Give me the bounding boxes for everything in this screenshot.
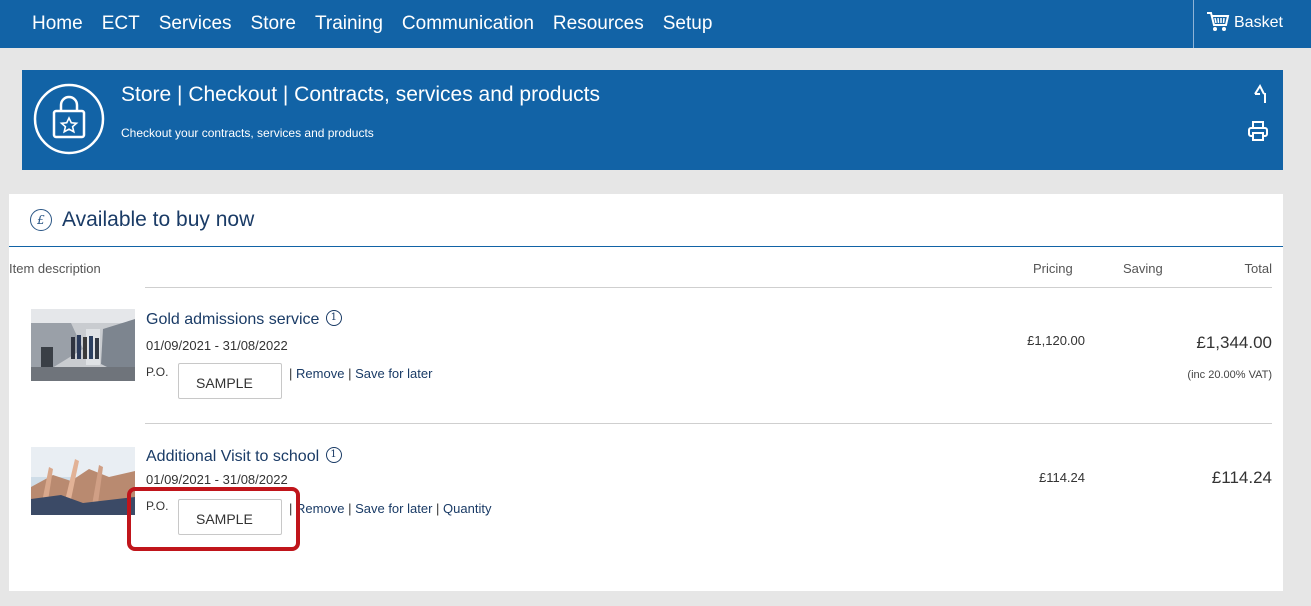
nav-item-ect[interactable]: ECT — [102, 13, 140, 35]
item-divider — [145, 423, 1272, 424]
header-divider — [145, 287, 1272, 288]
basket-icon — [1207, 12, 1230, 31]
nav-item-training[interactable]: Training — [315, 13, 383, 35]
column-header-description: Item description — [9, 261, 101, 276]
separator: | — [348, 366, 352, 381]
page-title: Store | Checkout | Contracts, services a… — [121, 83, 600, 106]
save-for-later-link[interactable]: Save for later — [355, 366, 432, 381]
nav-item-communication[interactable]: Communication — [402, 13, 534, 35]
pound-icon: £ — [30, 209, 52, 231]
shopping-bag-icon — [33, 83, 105, 155]
top-navigation: Home ECT Services Store Training Communi… — [0, 0, 1311, 48]
heading-divider — [9, 246, 1283, 247]
column-header-pricing: Pricing — [1033, 261, 1073, 276]
checkout-panel: £ Available to buy now Item description … — [9, 194, 1283, 591]
nav-item-setup[interactable]: Setup — [663, 13, 713, 35]
remove-link[interactable]: Remove — [296, 366, 344, 381]
separator: | — [348, 501, 352, 516]
po-label: P.O. — [146, 499, 169, 513]
remove-link[interactable]: Remove — [296, 501, 344, 516]
item-pricing: £114.24 — [1038, 470, 1085, 485]
nav-item-services[interactable]: Services — [159, 13, 232, 35]
quantity-link[interactable]: Quantity — [443, 501, 491, 516]
item-actions: | Remove | Save for later — [289, 366, 432, 381]
item-total: £114.24 — [1211, 468, 1272, 487]
nav-item-store[interactable]: Store — [251, 13, 296, 35]
item-thumbnail — [31, 447, 135, 519]
po-number-input[interactable] — [178, 499, 282, 535]
basket-button[interactable]: Basket — [1193, 0, 1311, 48]
item-actions: | Remove | Save for later | Quantity — [289, 501, 491, 516]
save-for-later-link[interactable]: Save for later — [355, 501, 432, 516]
item-total: £1,344.00 — [1196, 333, 1272, 352]
item-name: Additional Visit to school — [146, 448, 320, 465]
nav-menu: Home ECT Services Store Training Communi… — [32, 0, 712, 48]
item-pricing: £1,120.00 — [1027, 333, 1085, 348]
item-dates: 01/09/2021 - 31/08/2022 — [146, 338, 288, 353]
page-subtitle: Checkout your contracts, services and pr… — [121, 126, 374, 140]
basket-label: Basket — [1234, 14, 1283, 31]
separator: | — [289, 366, 293, 381]
section-heading: £ Available to buy now — [30, 208, 254, 232]
column-header-total: Total — [1244, 261, 1272, 276]
nav-item-home[interactable]: Home — [32, 13, 83, 35]
item-thumbnail — [31, 309, 135, 381]
item-name-link[interactable]: Additional Visit to school 1 — [146, 447, 342, 466]
separator: | — [289, 501, 293, 516]
nav-item-resources[interactable]: Resources — [553, 13, 644, 35]
print-icon[interactable] — [1247, 120, 1269, 142]
item-vat-note: (inc 20.00% VAT) — [1187, 369, 1272, 381]
info-icon[interactable]: 1 — [325, 447, 342, 463]
info-icon[interactable]: 1 — [325, 310, 342, 326]
page-header-banner: Store | Checkout | Contracts, services a… — [22, 70, 1283, 170]
section-title: Available to buy now — [62, 208, 255, 231]
separator: | — [436, 501, 440, 516]
item-dates: 01/09/2021 - 31/08/2022 — [146, 472, 288, 487]
po-label: P.O. — [146, 365, 169, 379]
item-name: Gold admissions service — [146, 311, 320, 328]
po-number-input[interactable] — [178, 363, 282, 399]
item-name-link[interactable]: Gold admissions service 1 — [146, 310, 342, 329]
help-icon[interactable] — [1249, 83, 1271, 105]
column-header-saving: Saving — [1123, 261, 1163, 276]
